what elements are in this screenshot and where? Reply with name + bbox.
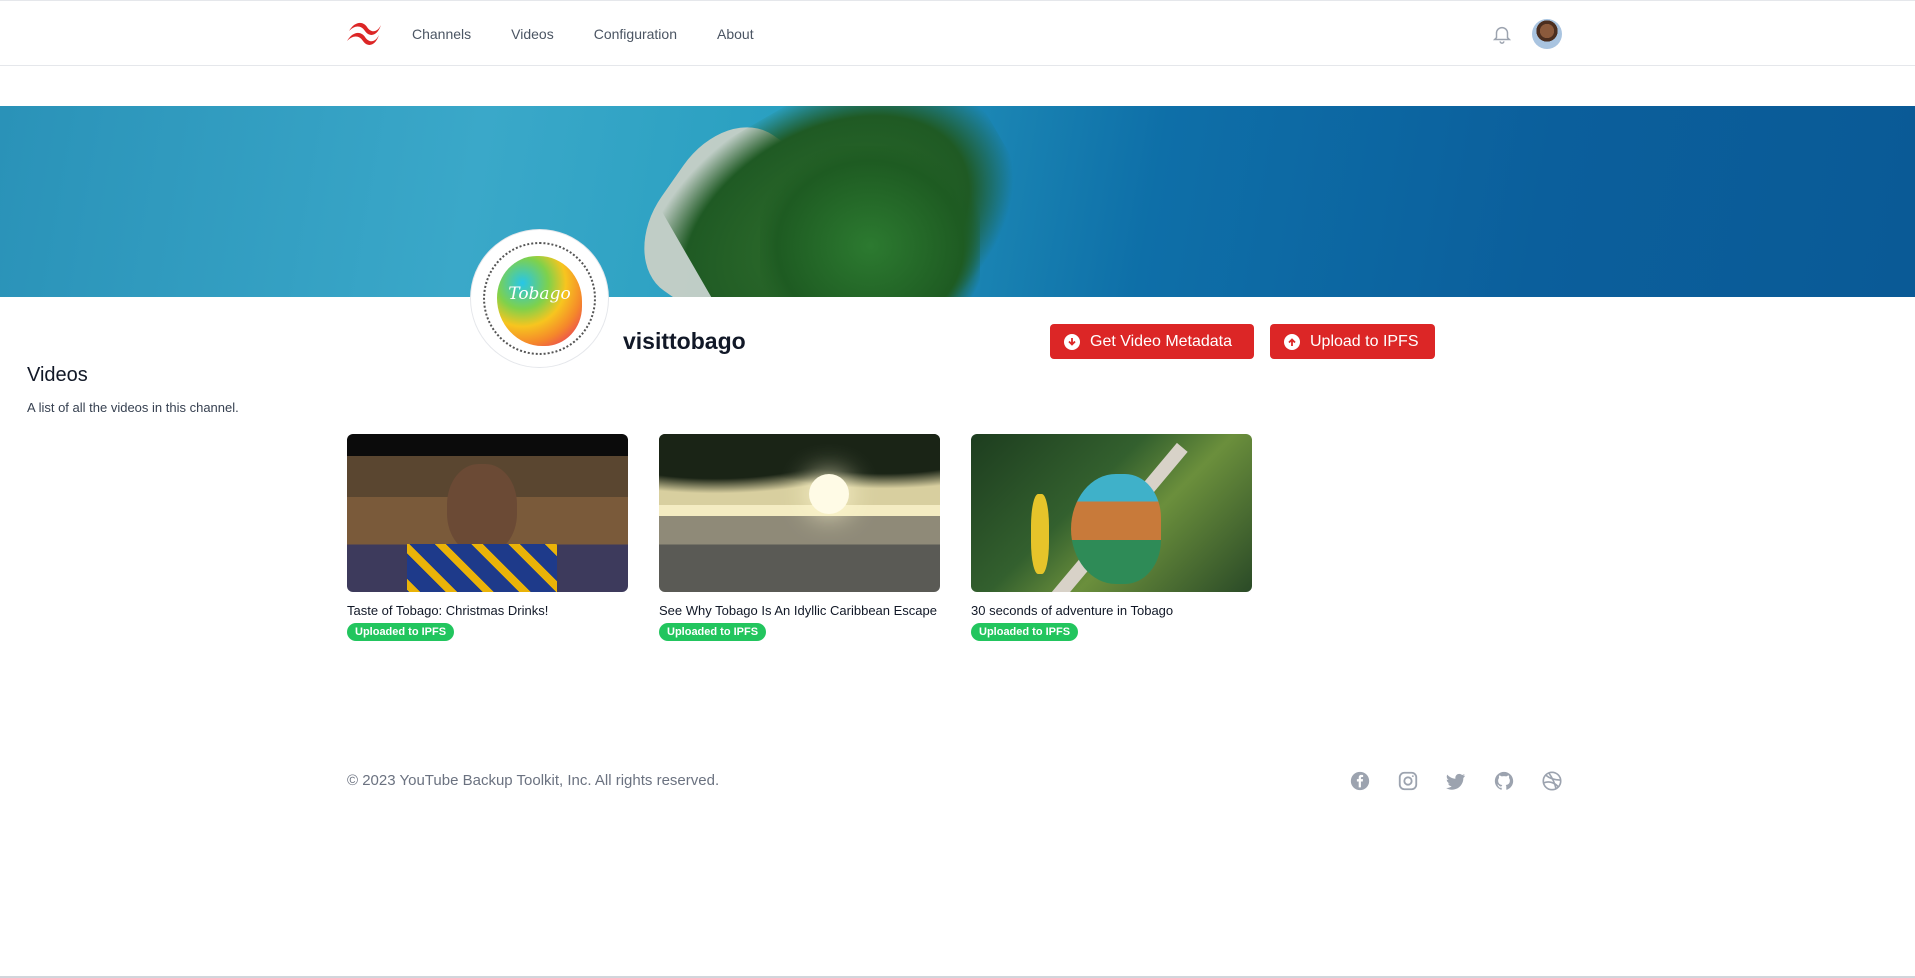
thumbnail-person — [447, 464, 517, 554]
status-badge: Uploaded to IPFS — [347, 623, 455, 641]
thumbnail-clothing — [407, 544, 557, 592]
video-title[interactable]: Taste of Tobago: Christmas Drinks! — [347, 601, 628, 621]
video-card[interactable]: 30 seconds of adventure in Tobago Upload… — [971, 434, 1252, 641]
nav-link-videos[interactable]: Videos — [511, 26, 554, 42]
channel-avatar: Tobago — [471, 230, 608, 367]
section-subtitle: A list of all the videos in this channel… — [27, 400, 239, 415]
facebook-icon[interactable] — [1349, 770, 1371, 792]
github-icon[interactable] — [1493, 770, 1515, 792]
bell-icon[interactable] — [1491, 23, 1513, 45]
video-card[interactable]: See Why Tobago Is An Idyllic Caribbean E… — [659, 434, 940, 641]
video-thumbnail[interactable] — [347, 434, 628, 592]
channel-name: visittobago — [623, 328, 746, 354]
upload-to-ipfs-label: Upload to IPFS — [1310, 332, 1419, 350]
status-badge: Uploaded to IPFS — [659, 623, 767, 641]
nav-link-channels[interactable]: Channels — [412, 26, 471, 42]
video-thumbnail[interactable] — [659, 434, 940, 592]
download-circle-icon — [1064, 333, 1080, 350]
get-video-metadata-label: Get Video Metadata — [1090, 332, 1233, 350]
nav-link-about[interactable]: About — [717, 26, 754, 42]
video-card[interactable]: Taste of Tobago: Christmas Drinks! Uploa… — [347, 434, 628, 641]
footer-copyright: © 2023 YouTube Backup Toolkit, Inc. All … — [347, 772, 720, 789]
nav-links: Channels Videos Configuration About — [412, 1, 754, 67]
video-thumbnail[interactable] — [971, 434, 1252, 592]
nav-link-configuration[interactable]: Configuration — [594, 26, 677, 42]
twitter-icon[interactable] — [1445, 770, 1467, 792]
avatar-logo-text: Tobago — [508, 284, 571, 304]
section-title: Videos — [27, 364, 88, 386]
thumbnail-sun — [809, 474, 849, 514]
banner-forest-2 — [760, 146, 980, 297]
thumbnail-leaves — [659, 434, 940, 504]
thumbnail-bird — [1071, 474, 1161, 584]
status-badge: Uploaded to IPFS — [971, 623, 1079, 641]
instagram-icon[interactable] — [1397, 770, 1419, 792]
tailwind-logo-icon[interactable] — [345, 19, 385, 47]
top-navigation: Channels Videos Configuration About — [0, 0, 1915, 66]
upload-to-ipfs-button[interactable]: Upload to IPFS — [1270, 324, 1435, 359]
get-video-metadata-button[interactable]: Get Video Metadata — [1050, 324, 1254, 359]
upload-circle-icon — [1284, 333, 1300, 350]
channel-banner — [0, 106, 1915, 297]
video-title[interactable]: 30 seconds of adventure in Tobago — [971, 601, 1252, 621]
dribbble-icon[interactable] — [1541, 770, 1563, 792]
video-title[interactable]: See Why Tobago Is An Idyllic Caribbean E… — [659, 601, 940, 621]
thumbnail-flower — [1031, 494, 1049, 574]
social-links — [1349, 770, 1563, 792]
user-avatar[interactable] — [1532, 19, 1562, 49]
